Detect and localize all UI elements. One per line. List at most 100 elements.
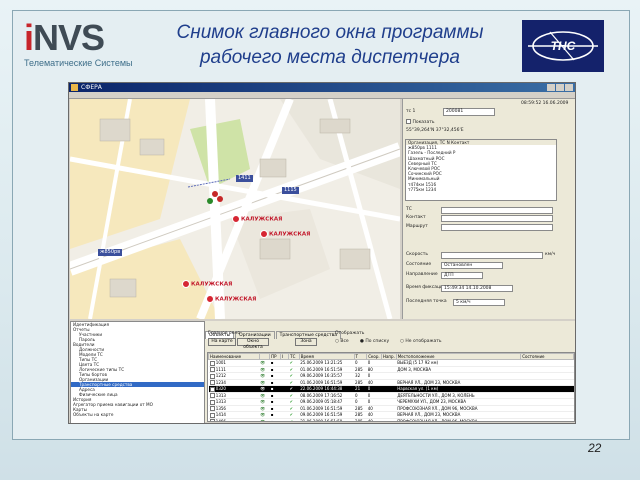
cell-location-text: ПРОФСОЮЗНАЯ УЛ., ДОМ 96, МОСКВА <box>397 405 478 411</box>
route-label: Маршрут <box>406 224 428 229</box>
state-field[interactable]: Остановлен <box>441 262 503 269</box>
last-point-field[interactable]: 5 км/ч <box>453 299 505 306</box>
cell-name-text: 0320 <box>215 386 226 391</box>
speed-label: Скорость <box>406 252 428 257</box>
radio-all[interactable]: ○ Все <box>335 339 349 344</box>
metro-label: КАЛУЖСКАЯ <box>260 230 310 238</box>
show-checkbox[interactable]: Показать <box>406 119 434 125</box>
object-window-button[interactable]: Окно объекта <box>237 338 269 350</box>
checkbox-icon <box>406 119 411 124</box>
vehicle-marker[interactable]: 1411 <box>236 175 253 182</box>
cell-time-text: 09.06.2009 16:35:57 <box>300 373 343 379</box>
cell-speed-text: 0 <box>367 373 371 379</box>
minimize-button[interactable] <box>547 84 555 91</box>
cell-speed-text: 0 <box>367 360 371 366</box>
table-row[interactable]: 1466 👁 ▪ ✔ 21.06.2009 16:51:59 285 40 ПРОФСОЮЗН… <box>208 418 574 422</box>
cell-speed-text: 40 <box>367 412 373 418</box>
cell-time-text: 25.06.2009 13:21:25 <box>300 360 343 366</box>
title-line-1: Снимок главного окна программы <box>176 22 484 43</box>
cell-time: 21.06.2009 16:51:59 <box>299 418 355 422</box>
cell-location: ПРОФСОЮЗНАЯ УЛ., ДОМ 96, МОСКВА <box>396 418 521 421</box>
speed-field[interactable] <box>441 252 543 259</box>
cell-location-text: Нарвская ул. (1 км) <box>397 386 439 392</box>
radio-by-list[interactable]: ● По списку <box>360 339 389 344</box>
slide-title: Снимок главного окна программы рабочего … <box>150 20 510 70</box>
objects-list[interactable]: Организация, ТС N Контакт ж850рв 1111 Га… <box>405 139 557 201</box>
cell-time-text: 21.06.2009 16:51:59 <box>300 418 343 422</box>
cell-time-text: 01.06.2009 16:51:59 <box>300 379 343 385</box>
show-on-map-button[interactable]: На карте <box>208 338 236 346</box>
ts-field[interactable] <box>441 207 553 214</box>
cell-t-text: 285 <box>355 418 363 422</box>
vehicle-marker[interactable]: ж850рв <box>98 249 123 256</box>
row-checkbox[interactable] <box>209 412 215 418</box>
navigation-tree[interactable]: Идентификация Отчеты Участники Пароль Во… <box>70 321 205 423</box>
display-label: Отображать <box>335 331 365 336</box>
radio-hide[interactable]: ○ Не отображать <box>400 339 442 344</box>
zone-button[interactable]: Зона <box>295 338 317 346</box>
cell-time-text: 09.06.2009 16:51:59 <box>300 412 343 418</box>
ts-label: ТС <box>406 207 412 212</box>
field1-input[interactable]: 200081 <box>443 108 495 116</box>
close-button[interactable] <box>565 84 573 91</box>
cell-name: 1466 <box>208 418 260 421</box>
row-checkbox[interactable] <box>209 380 215 385</box>
fix-time-field[interactable]: 15:49:34 14.10.2008 <box>441 285 513 292</box>
row-checkbox[interactable] <box>209 386 215 392</box>
metro-icon <box>182 280 190 288</box>
vehicle-marker[interactable]: 1115 <box>282 187 299 194</box>
contact-field[interactable] <box>441 215 553 222</box>
cell-location-text: ВЕРНАЯ УЛ., ДОМ 23, МОСКВА <box>397 379 461 385</box>
cell-speed-text: 40 <box>367 418 373 422</box>
route-field[interactable] <box>441 224 553 231</box>
row-checkbox[interactable] <box>209 367 215 372</box>
cell-speed-text: 80 <box>367 366 373 372</box>
direction-label: Направление <box>406 272 438 277</box>
cell-state <box>520 418 574 421</box>
direction-field[interactable]: ДТП <box>441 272 483 279</box>
eye-icon: 👁 <box>259 418 270 421</box>
cell-t-text: 32 <box>355 373 361 379</box>
tns-logo: ТНС <box>522 20 604 72</box>
metro-icon <box>260 230 268 238</box>
cell-t-text: 0 <box>355 392 358 398</box>
cell-name-text: 1313 <box>215 392 226 398</box>
cell-time-text: 09.06.2009 05:18:47 <box>300 399 343 405</box>
window-titlebar: СФЕРА <box>69 83 575 92</box>
col-direction[interactable]: Напр. <box>380 353 397 360</box>
cell-direction <box>381 418 397 421</box>
last-point-label: Последняя точка <box>406 299 447 304</box>
cell-t-text: 285 <box>355 379 363 385</box>
invs-logo: iNVS Телематические Системы <box>24 20 144 69</box>
cell-location-text: ДОМ 3, МОСКВА <box>397 366 432 372</box>
row-checkbox[interactable] <box>209 393 215 398</box>
main-window-label: Главное окно <box>208 331 241 336</box>
col-speed[interactable]: Скор. <box>366 353 382 360</box>
list-item[interactable]: т775км 1234 <box>406 187 556 192</box>
cell-name-text: 1234 <box>215 379 226 385</box>
row-checkbox[interactable] <box>209 373 215 379</box>
map-view[interactable]: 1411 1115 ж850рв КАЛУЖСКАЯ КАЛУЖСКАЯ КАЛ… <box>70 99 400 319</box>
maximize-button[interactable] <box>556 84 564 91</box>
objects-table[interactable]: Наименование ПР I ТС Время Т Скор. Напр.… <box>207 352 575 422</box>
row-checkbox[interactable] <box>209 406 215 411</box>
fix-time-label: Время фиксации <box>406 285 446 290</box>
status-icon: ▪ <box>269 418 281 421</box>
info-timestamp: 08:59:52 16.06.2009 <box>521 101 569 106</box>
dispatcher-window: СФЕРА 1411 1115 ж850рв КАЛУЖСКАЯ КАЛУЖСК… <box>68 82 576 424</box>
row-checkbox[interactable] <box>209 360 215 366</box>
row-checkbox[interactable] <box>209 399 215 405</box>
cell-speed-text: 0 <box>367 392 371 398</box>
cell-time-text: 01.06.2009 16:51:59 <box>300 366 343 372</box>
cell-name-text: 1414 <box>215 412 226 417</box>
contact-label: Контакт <box>406 215 426 220</box>
tree-node[interactable]: Объекты на карте <box>71 412 204 417</box>
coords-readout: 55°39,264'N 37°32,456'E <box>406 128 464 133</box>
cell-t-text: 285 <box>355 405 363 411</box>
cell-time-text: 01.06.2009 16:51:59 <box>300 405 343 411</box>
cell-speed-text: 0 <box>367 399 371 405</box>
cell-name-text: 1212 <box>215 373 226 378</box>
cell-speed-text: 40 <box>367 379 373 385</box>
row-checkbox[interactable] <box>209 419 215 421</box>
objects-panel: Объекты Организации Транспортные средства … <box>205 321 575 422</box>
